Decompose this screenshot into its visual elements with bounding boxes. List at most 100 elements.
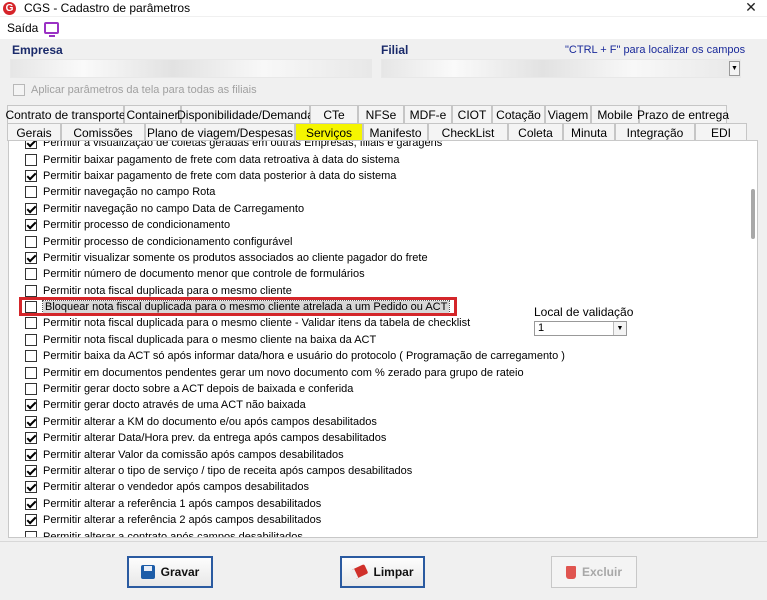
- list-item[interactable]: Permitir nota fiscal duplicada para o me…: [25, 332, 565, 348]
- tab-mobile[interactable]: Mobile: [591, 105, 639, 123]
- chevron-down-icon[interactable]: ▼: [729, 61, 740, 76]
- list-item[interactable]: Permitir a visualização de coletas gerad…: [25, 141, 565, 151]
- setting-checkbox[interactable]: [25, 169, 37, 182]
- list-item[interactable]: Permitir alterar o vendedor após campos …: [25, 479, 565, 495]
- setting-label: Permitir alterar a referência 1 após cam…: [43, 497, 322, 510]
- list-item[interactable]: Permitir visualizar somente os produtos …: [25, 250, 565, 266]
- tab-servi-os[interactable]: Serviços: [295, 123, 363, 141]
- list-item[interactable]: Permitir alterar a referência 1 após cam…: [25, 496, 565, 512]
- setting-checkbox[interactable]: [25, 530, 37, 537]
- tab-cota-o[interactable]: Cotação: [492, 105, 545, 123]
- setting-label: Permitir gerar docto sobre a ACT depois …: [43, 383, 354, 396]
- list-item[interactable]: Permitir nota fiscal duplicada para o me…: [25, 315, 565, 331]
- tab-plano-de-viagem-despesas[interactable]: Plano de viagem/Despesas: [145, 123, 295, 141]
- setting-checkbox[interactable]: [25, 448, 37, 461]
- menu-saida[interactable]: Saída: [7, 21, 38, 35]
- local-validacao-select[interactable]: 1 ▼: [534, 321, 627, 336]
- list-item[interactable]: Permitir alterar a KM do documento e/ou …: [25, 414, 565, 430]
- list-item[interactable]: Permitir alterar o tipo de serviço / tip…: [25, 463, 565, 479]
- gravar-button[interactable]: Gravar: [127, 556, 213, 588]
- setting-checkbox[interactable]: [25, 268, 37, 281]
- chevron-down-icon[interactable]: ▼: [613, 322, 626, 335]
- tab-row-2: Gerais Comissões Plano de viagem/Despesas S…: [7, 123, 747, 141]
- tab-nfse[interactable]: NFSe: [358, 105, 404, 123]
- tab-checklist[interactable]: CheckList: [428, 123, 508, 141]
- tab-disponibilidade-demanda[interactable]: Disponibilidade/Demanda: [177, 105, 314, 123]
- list-item[interactable]: Permitir baixar pagamento de frete com d…: [25, 151, 565, 167]
- highlight-annotation: [19, 297, 457, 316]
- list-item[interactable]: Permitir alterar a referência 2 após cam…: [25, 512, 565, 528]
- tab-edi[interactable]: EDI: [695, 123, 747, 141]
- footer: Gravar Limpar Excluir: [0, 541, 767, 600]
- tab-cte[interactable]: CTe: [310, 105, 358, 123]
- tab-container[interactable]: Container: [124, 105, 181, 123]
- setting-label: Permitir alterar Data/Hora prev. da entr…: [43, 432, 387, 445]
- apply-all-label: Aplicar parâmetros da tela para todas as…: [31, 84, 257, 96]
- empresa-field[interactable]: [10, 59, 372, 78]
- tab-manifesto[interactable]: Manifesto: [363, 123, 428, 141]
- tab-ciot[interactable]: CIOT: [452, 105, 492, 123]
- setting-checkbox[interactable]: [25, 350, 37, 363]
- empresa-label: Empresa: [12, 43, 63, 57]
- setting-checkbox[interactable]: [25, 366, 37, 379]
- list-item[interactable]: Permitir baixa da ACT só após informar d…: [25, 348, 565, 364]
- filial-field[interactable]: [381, 59, 741, 78]
- list-item[interactable]: Permitir gerar docto através de uma ACT …: [25, 397, 565, 413]
- setting-checkbox[interactable]: [25, 186, 37, 199]
- apply-all-row[interactable]: Aplicar parâmetros da tela para todas as…: [13, 84, 257, 96]
- setting-checkbox[interactable]: [25, 317, 37, 330]
- list-item[interactable]: Permitir navegação no campo Data de Carr…: [25, 201, 565, 217]
- monitor-icon[interactable]: [44, 21, 60, 37]
- setting-checkbox[interactable]: [25, 284, 37, 297]
- close-icon[interactable]: ✕: [743, 0, 759, 16]
- setting-checkbox[interactable]: [25, 202, 37, 215]
- list-item[interactable]: Permitir em documentos pendentes gerar u…: [25, 364, 565, 380]
- setting-label: Permitir nota fiscal duplicada para o me…: [43, 317, 471, 330]
- setting-checkbox[interactable]: [25, 399, 37, 412]
- list-item[interactable]: Permitir alterar Data/Hora prev. da entr…: [25, 430, 565, 446]
- setting-checkbox[interactable]: [25, 153, 37, 166]
- tab-row-1: Contrato de transporte Container Disponibi…: [5, 105, 729, 123]
- tab-comiss-es[interactable]: Comissões: [61, 123, 145, 141]
- setting-label: Permitir visualizar somente os produtos …: [43, 251, 428, 264]
- excluir-button[interactable]: Excluir: [551, 556, 637, 588]
- setting-label: Permitir nota fiscal duplicada para o me…: [43, 284, 292, 297]
- limpar-button[interactable]: Limpar: [340, 556, 425, 588]
- settings-list: Permitir a visualização de coletas gerad…: [25, 141, 565, 538]
- tab-coleta[interactable]: Coleta: [508, 123, 563, 141]
- setting-label: Permitir alterar a contrato após campos …: [43, 530, 303, 538]
- list-item[interactable]: Permitir número de documento menor que c…: [25, 266, 565, 282]
- list-item[interactable]: Permitir baixar pagamento de frete com d…: [25, 168, 565, 184]
- apply-all-checkbox[interactable]: [13, 84, 25, 96]
- limpar-label: Limpar: [373, 565, 414, 579]
- list-item[interactable]: Permitir processo de condicionamento con…: [25, 233, 565, 249]
- setting-label: Permitir nota fiscal duplicada para o me…: [43, 333, 377, 346]
- list-item[interactable]: Permitir navegação no campo Rota: [25, 184, 565, 200]
- list-item[interactable]: Permitir alterar Valor da comissão após …: [25, 446, 565, 462]
- tab-mdf-e[interactable]: MDF-e: [404, 105, 452, 123]
- list-item[interactable]: Permitir alterar a contrato após campos …: [25, 528, 565, 538]
- list-item[interactable]: Permitir gerar docto sobre a ACT depois …: [25, 381, 565, 397]
- setting-checkbox[interactable]: [25, 415, 37, 428]
- local-validacao-label: Local de validação: [534, 305, 634, 319]
- setting-checkbox[interactable]: [25, 514, 37, 527]
- setting-checkbox[interactable]: [25, 333, 37, 346]
- setting-checkbox[interactable]: [25, 497, 37, 510]
- setting-checkbox[interactable]: [25, 481, 37, 494]
- scrollbar-thumb[interactable]: [751, 189, 755, 239]
- setting-checkbox[interactable]: [25, 251, 37, 264]
- setting-label: Permitir alterar a referência 2 após cam…: [43, 514, 322, 527]
- setting-checkbox[interactable]: [25, 432, 37, 445]
- setting-checkbox[interactable]: [25, 465, 37, 477]
- setting-checkbox[interactable]: [25, 219, 37, 232]
- tab-viagem[interactable]: Viagem: [545, 105, 591, 123]
- tab-contrato-de-transporte[interactable]: Contrato de transporte: [5, 105, 126, 123]
- setting-checkbox[interactable]: [25, 235, 37, 248]
- tab-integra-o[interactable]: Integração: [615, 123, 695, 141]
- list-item[interactable]: Permitir processo de condicionamento: [25, 217, 565, 233]
- tab-prazo-de-entrega[interactable]: Prazo de entrega: [637, 105, 729, 123]
- setting-checkbox[interactable]: [25, 383, 37, 396]
- tab-gerais[interactable]: Gerais: [7, 123, 61, 141]
- setting-checkbox[interactable]: [25, 141, 37, 150]
- tab-minuta[interactable]: Minuta: [563, 123, 615, 141]
